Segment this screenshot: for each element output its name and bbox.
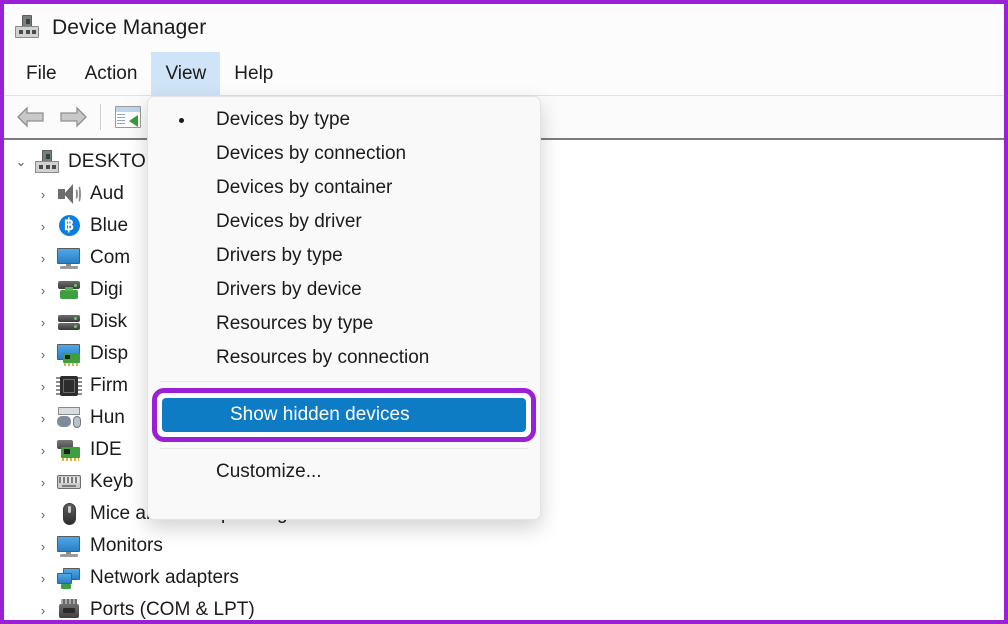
tree-item-label: Firm xyxy=(90,375,128,396)
view-dropdown-menu: Devices by type Devices by connection De… xyxy=(147,96,541,520)
menu-bar: File Action View Help xyxy=(4,52,1004,96)
menu-item-resources-by-connection[interactable]: Resources by connection xyxy=(148,341,540,375)
title-bar: Device Manager xyxy=(4,4,1004,52)
firmware-chip-icon xyxy=(56,374,82,398)
chevron-right-icon[interactable]: › xyxy=(30,507,56,522)
human-interface-device-icon xyxy=(56,406,82,430)
menu-item-resources-by-type[interactable]: Resources by type xyxy=(148,307,540,341)
menubar-item-file[interactable]: File xyxy=(12,52,71,95)
menu-item-show-hidden-devices[interactable]: Show hidden devices xyxy=(162,398,526,432)
tree-item-label: Ports (COM & LPT) xyxy=(90,599,255,620)
back-button[interactable] xyxy=(10,99,52,135)
chevron-right-icon[interactable]: › xyxy=(30,251,56,266)
ide-controller-icon xyxy=(56,438,82,462)
show-console-tree-button[interactable] xyxy=(107,99,149,135)
device-manager-window: Device Manager File Action View Help ⌄ D… xyxy=(4,4,1004,620)
chevron-right-icon[interactable]: › xyxy=(30,443,56,458)
menu-separator-2 xyxy=(160,448,528,449)
chevron-right-icon[interactable]: › xyxy=(30,571,56,586)
tree-item-label: Network adapters xyxy=(90,567,239,588)
chevron-right-icon[interactable]: › xyxy=(30,283,56,298)
chevron-right-icon[interactable]: › xyxy=(30,475,56,490)
screenshot-root: Device Manager File Action View Help ⌄ D… xyxy=(0,0,1008,624)
chevron-right-icon[interactable]: › xyxy=(30,219,56,234)
computer-icon xyxy=(34,150,60,174)
tree-root-label: DESKTO xyxy=(68,151,146,172)
menu-item-label: Customize... xyxy=(216,461,322,482)
tree-item-label: Digi xyxy=(90,279,123,300)
speaker-icon xyxy=(56,182,82,206)
monitor-icon xyxy=(56,534,82,558)
console-tree-icon xyxy=(115,106,141,128)
keyboard-icon xyxy=(56,470,82,494)
menu-item-drivers-by-type[interactable]: Drivers by type xyxy=(148,239,540,273)
tree-item-label: IDE xyxy=(90,439,122,460)
arrow-left-icon xyxy=(17,106,44,128)
bluetooth-icon: ฿ xyxy=(56,214,82,238)
disk-drive-icon xyxy=(56,310,82,334)
chevron-right-icon[interactable]: › xyxy=(30,187,56,202)
tree-item-label: Blue xyxy=(90,215,129,236)
radio-selected-icon xyxy=(179,118,184,123)
menu-item-label: Devices by type xyxy=(216,109,351,130)
menu-item-devices-by-type[interactable]: Devices by type xyxy=(148,103,540,137)
chevron-right-icon[interactable]: › xyxy=(30,315,56,330)
menubar-item-help[interactable]: Help xyxy=(220,52,287,95)
tree-row-network-adapters[interactable]: › Network adapters xyxy=(4,562,444,594)
menu-item-label: Drivers by type xyxy=(216,245,343,266)
menu-item-devices-by-container[interactable]: Devices by container xyxy=(148,171,540,205)
tree-item-label: Disk xyxy=(90,311,127,332)
tree-row-ports[interactable]: › Ports (COM & LPT) xyxy=(4,594,444,620)
menu-item-label: Devices by container xyxy=(216,177,393,198)
digital-media-icon xyxy=(56,278,82,302)
menubar-item-view[interactable]: View xyxy=(151,52,221,95)
menu-item-drivers-by-device[interactable]: Drivers by device xyxy=(148,273,540,307)
menu-item-label: Drivers by device xyxy=(216,279,362,300)
tree-row-monitors[interactable]: › Monitors xyxy=(4,530,444,562)
menu-item-label: Devices by driver xyxy=(216,211,362,232)
menu-item-customize[interactable]: Customize... xyxy=(148,455,540,489)
tree-item-label: Disp xyxy=(90,343,129,364)
menu-item-devices-by-connection[interactable]: Devices by connection xyxy=(148,137,540,171)
menubar-item-action[interactable]: Action xyxy=(71,52,152,95)
tree-item-label: Com xyxy=(90,247,131,268)
highlight-callout-box: Show hidden devices xyxy=(152,388,536,442)
toolbar-separator xyxy=(100,104,101,130)
mouse-icon xyxy=(56,502,82,526)
display-adapter-icon xyxy=(56,342,82,366)
menu-item-label: Resources by type xyxy=(216,313,374,334)
network-adapter-icon xyxy=(56,566,82,590)
page-title: Device Manager xyxy=(52,16,207,39)
menu-item-devices-by-driver[interactable]: Devices by driver xyxy=(148,205,540,239)
chevron-down-icon[interactable]: ⌄ xyxy=(8,154,34,170)
tree-item-label: Hun xyxy=(90,407,125,428)
chevron-right-icon[interactable]: › xyxy=(30,411,56,426)
chevron-right-icon[interactable]: › xyxy=(30,603,56,618)
arrow-right-icon xyxy=(60,106,87,128)
monitor-icon xyxy=(56,246,82,270)
menu-item-label: Show hidden devices xyxy=(230,404,410,425)
chevron-right-icon[interactable]: › xyxy=(30,347,56,362)
port-icon xyxy=(56,598,82,620)
chevron-right-icon[interactable]: › xyxy=(30,539,56,554)
tree-item-label: Monitors xyxy=(90,535,163,556)
chevron-right-icon[interactable]: › xyxy=(30,379,56,394)
tree-item-label: Aud xyxy=(90,183,124,204)
menu-separator-1 xyxy=(160,381,528,382)
tree-item-label: Keyb xyxy=(90,471,134,492)
device-manager-icon xyxy=(14,15,40,41)
menu-item-label: Devices by connection xyxy=(216,143,407,164)
forward-button[interactable] xyxy=(52,99,94,135)
menu-item-label: Resources by connection xyxy=(216,347,430,368)
